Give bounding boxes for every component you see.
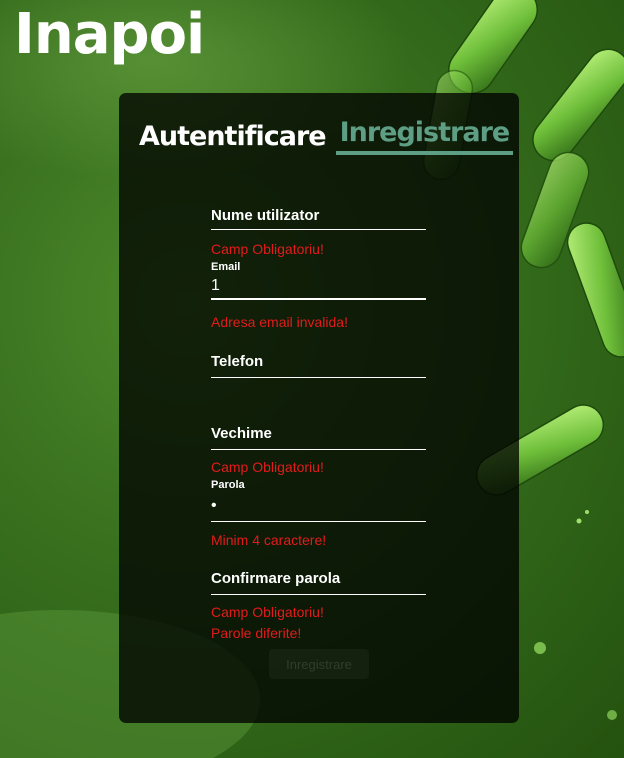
confirm-password-input[interactable]: [211, 587, 426, 594]
email-underline: [211, 298, 426, 300]
email-field: Email: [211, 261, 426, 300]
seniority-error: Camp Obligatoriu!: [211, 459, 324, 475]
auth-tabs: Autentificare Inregistrare: [139, 115, 514, 155]
username-label: Nume utilizator: [211, 207, 320, 224]
username-underline: [211, 229, 426, 230]
confirm-password-label: Confirmare parola: [211, 570, 341, 587]
register-card: Autentificare Inregistrare Nume utilizat…: [119, 93, 519, 723]
email-input[interactable]: [211, 273, 426, 298]
confirm-password-field: Confirmare parola: [211, 570, 426, 595]
password-error: Minim 4 caractere!: [211, 532, 327, 548]
back-link[interactable]: Inapoi: [14, 2, 205, 67]
password-field: Parola •: [211, 479, 426, 522]
password-underline: [211, 521, 426, 522]
phone-input[interactable]: [211, 370, 426, 377]
phone-underline: [211, 377, 426, 378]
tab-register[interactable]: Inregistrare: [335, 115, 514, 155]
username-field: Nume utilizator: [211, 207, 426, 230]
register-submit-button[interactable]: Inregistrare: [269, 649, 369, 679]
seniority-field: Vechime: [211, 425, 426, 450]
seniority-input[interactable]: [211, 442, 426, 449]
confirm-password-required-error: Camp Obligatoriu!: [211, 604, 324, 620]
seniority-underline: [211, 449, 426, 450]
password-input[interactable]: •: [211, 491, 426, 521]
phone-field: Telefon: [211, 353, 426, 378]
tab-login[interactable]: Autentificare: [139, 119, 330, 155]
email-error: Adresa email invalida!: [211, 314, 348, 330]
seniority-label: Vechime: [211, 425, 272, 442]
username-error: Camp Obligatoriu!: [211, 241, 324, 257]
confirm-password-underline: [211, 594, 426, 595]
confirm-password-mismatch-error: Parole diferite!: [211, 625, 302, 641]
phone-label: Telefon: [211, 353, 264, 370]
password-label: Parola: [211, 479, 245, 491]
email-label: Email: [211, 261, 241, 273]
